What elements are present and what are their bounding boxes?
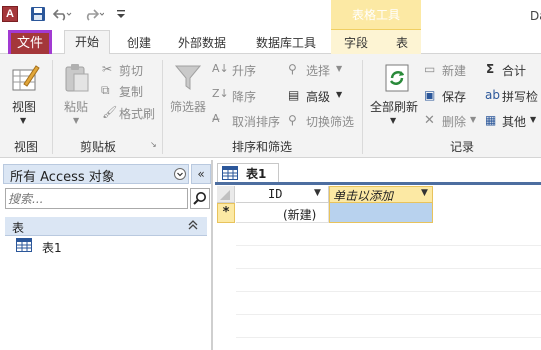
column-add-dropdown-icon[interactable]: ▼ (421, 188, 428, 198)
refresh-all-button[interactable]: 全部刷新 (370, 98, 418, 115)
view-button[interactable] (10, 62, 40, 94)
totals-icon: Σ (486, 62, 495, 76)
copy-button[interactable]: 复制 (119, 83, 143, 100)
save-record-button[interactable]: 保存 (442, 88, 466, 105)
table-icon (222, 166, 238, 183)
view-dropdown-icon[interactable]: ▼ (20, 116, 26, 125)
new-record-icon: ▭ (424, 62, 436, 76)
spelling-button[interactable]: 拼写检 (502, 88, 538, 105)
tab-external-data[interactable]: 外部数据 (172, 34, 232, 54)
tab-table[interactable]: 表 (390, 34, 414, 54)
new-row-add-cell[interactable] (329, 203, 433, 223)
remove-sort-button[interactable]: 取消排序 (232, 113, 280, 130)
grid-line (236, 268, 541, 269)
group-separator (162, 60, 163, 154)
search-icon[interactable] (190, 188, 210, 209)
sort-ascending-button[interactable]: 升序 (232, 62, 256, 79)
nav-pane-menu-icon[interactable] (173, 165, 187, 183)
copy-icon: ⧉ (101, 83, 110, 97)
table-tools-context-header: 表格工具 (331, 0, 421, 30)
column-header-id-label: ID (268, 187, 283, 201)
group-separator (52, 60, 53, 154)
nav-pane-title[interactable]: 所有 Access 对象 (10, 166, 115, 185)
advanced-button[interactable]: 高级 (306, 88, 330, 105)
delete-dropdown-icon[interactable]: ▼ (470, 115, 476, 124)
group-label-clipboard: 剪贴板 (80, 140, 117, 154)
refresh-all-icon[interactable] (382, 62, 412, 97)
more-icon: ▦ (485, 113, 497, 127)
selection-button[interactable]: 选择 (306, 62, 330, 79)
document-tab-label: 表1 (246, 167, 267, 181)
delete-button[interactable]: 删除 (442, 113, 466, 130)
grid-line (236, 291, 541, 292)
undo-icon[interactable] (52, 6, 72, 22)
group-label-views: 视图 (14, 140, 39, 154)
remove-sort-icon: A̶ (212, 112, 220, 125)
selection-filter-icon: ⚲ (288, 62, 297, 76)
sort-ascending-icon: A↓ (212, 62, 229, 75)
cut-icon: ✂ (102, 62, 113, 76)
nav-group-label: 表 (12, 221, 25, 235)
paste-icon[interactable] (62, 62, 92, 97)
advanced-dropdown-icon[interactable]: ▼ (336, 90, 342, 99)
cut-button[interactable]: 剪切 (119, 62, 143, 79)
tab-home[interactable]: 开始 (64, 30, 110, 55)
format-painter-button[interactable]: 格式刷 (119, 105, 155, 122)
toggle-filter-icon: ⚲ (288, 113, 297, 127)
grid-line (236, 337, 541, 338)
clipboard-launcher-icon[interactable]: ↘ (150, 140, 157, 149)
tab-database-tools[interactable]: 数据库工具 (250, 34, 322, 54)
collapse-group-icon[interactable] (187, 218, 199, 233)
refresh-dropdown-icon[interactable]: ▼ (390, 116, 396, 125)
nav-item-label: 表1 (42, 241, 62, 255)
group-label-sort-filter: 排序和筛选 (232, 140, 293, 154)
filter-icon[interactable] (173, 62, 203, 95)
format-painter-icon: 🖌 (102, 105, 118, 119)
save-icon[interactable] (30, 6, 46, 22)
spelling-icon: ab (485, 88, 500, 102)
more-dropdown-icon[interactable]: ▼ (530, 115, 536, 124)
nav-pane-collapse-icon[interactable]: « (191, 164, 211, 184)
paste-dropdown-icon[interactable]: ▼ (73, 116, 79, 125)
selection-dropdown-icon[interactable]: ▼ (336, 64, 342, 73)
new-row-id-value: (新建) (283, 208, 317, 222)
table-icon (16, 238, 32, 255)
advanced-filter-icon: ▤ (288, 88, 300, 102)
delete-icon: ✕ (424, 113, 435, 128)
toggle-filter-button[interactable]: 切换筛选 (306, 113, 354, 130)
column-id-dropdown-icon[interactable]: ▼ (314, 188, 321, 198)
nav-search-input[interactable] (8, 191, 184, 206)
tab-create[interactable]: 创建 (122, 34, 156, 54)
access-app-icon[interactable]: A (2, 6, 18, 22)
tab-fields[interactable]: 字段 (339, 34, 373, 54)
nav-group-header-tables[interactable] (5, 217, 207, 236)
select-all-corner[interactable] (217, 186, 235, 203)
group-separator (362, 60, 363, 154)
column-header-add-label: 单击以添加 (333, 189, 394, 203)
sort-descending-icon: Z↓ (212, 87, 229, 100)
view-button-label: 视图 (12, 100, 37, 114)
nav-item-table1[interactable] (12, 236, 202, 256)
grid-line (236, 245, 541, 246)
view-icon (12, 65, 40, 91)
grid-line (236, 314, 541, 315)
paste-button[interactable]: 粘贴 (64, 98, 88, 115)
redo-icon[interactable] (82, 6, 105, 22)
more-button[interactable]: 其他 (502, 113, 526, 130)
new-record-button[interactable]: 新建 (442, 62, 466, 79)
group-label-records: 记录 (450, 140, 475, 154)
sort-descending-button[interactable]: 降序 (232, 88, 256, 105)
new-record-marker[interactable]: * (217, 203, 235, 223)
save-record-icon: ▣ (424, 88, 436, 102)
totals-button[interactable]: 合计 (502, 62, 526, 79)
window-title: Da (530, 9, 541, 23)
customize-qat-icon[interactable] (116, 6, 126, 22)
filter-button[interactable]: 筛选器 (170, 98, 206, 115)
